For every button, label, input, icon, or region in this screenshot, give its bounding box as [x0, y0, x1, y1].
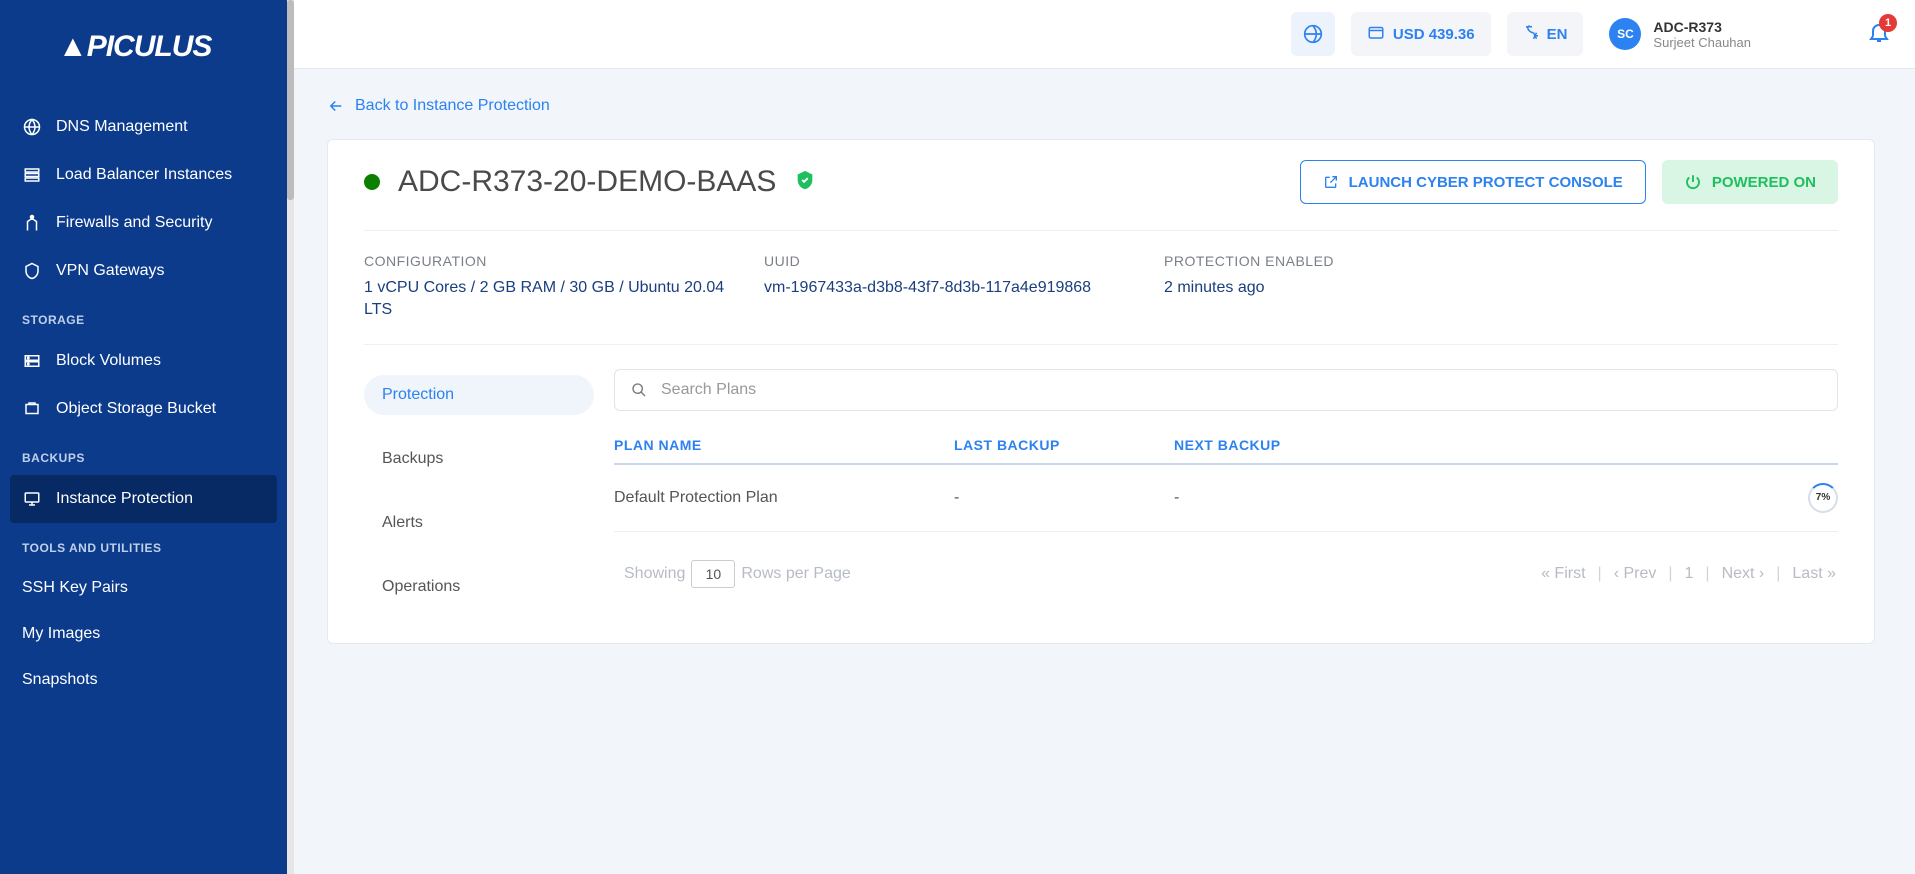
col-next-backup: NEXT BACKUP	[1174, 437, 1798, 453]
notifications-button[interactable]: 1	[1867, 20, 1891, 49]
user-name: Surjeet Chauhan	[1653, 35, 1751, 50]
power-status[interactable]: POWERED ON	[1662, 160, 1838, 204]
avatar: SC	[1609, 18, 1641, 50]
showing-label: Showing	[624, 565, 685, 583]
sidebar-item-load-balancer[interactable]: Load Balancer Instances	[0, 151, 287, 199]
sidebar-item-vpn-gateways[interactable]: VPN Gateways	[0, 247, 287, 295]
tab-operations[interactable]: Operations	[364, 567, 594, 607]
firewall-icon	[22, 213, 42, 233]
sidebar-item-object-storage[interactable]: Object Storage Bucket	[0, 385, 287, 433]
bucket-icon	[22, 399, 42, 419]
sidebar-item-block-volumes[interactable]: Block Volumes	[0, 337, 287, 385]
sidebar-item-label: Block Volumes	[56, 352, 161, 370]
protection-enabled-label: PROTECTION ENABLED	[1164, 253, 1334, 269]
main-area: USD 439.36 EN SC ADC-R373 Surjeet Chauha…	[287, 0, 1915, 874]
sidebar-section-tools: TOOLS AND UTILITIES	[0, 523, 287, 565]
launch-console-label: LAUNCH CYBER PROTECT CONSOLE	[1349, 174, 1623, 191]
sidebar-item-label: VPN Gateways	[56, 262, 164, 280]
balance-button[interactable]: USD 439.36	[1351, 12, 1491, 56]
pager-first[interactable]: « First	[1539, 565, 1587, 583]
server-icon	[22, 351, 42, 371]
sidebar-item-label: Object Storage Bucket	[56, 400, 216, 418]
shield-icon	[22, 261, 42, 281]
instance-card: ADC-R373-20-DEMO-BAAS LAUNCH CYBER PROTE…	[327, 139, 1875, 644]
search-plans[interactable]	[614, 369, 1838, 411]
brand-logo: ▲PICULUS	[0, 20, 287, 103]
back-link-label: Back to Instance Protection	[355, 97, 550, 115]
rows-per-page-input[interactable]	[691, 560, 735, 588]
sidebar-item-label: My Images	[22, 625, 100, 643]
uuid-value: vm-1967433a-d3b8-43f7-8d3b-117a4e919868	[764, 277, 1144, 299]
launch-console-button[interactable]: LAUNCH CYBER PROTECT CONSOLE	[1300, 160, 1646, 204]
pager-last[interactable]: Last »	[1790, 565, 1838, 583]
table-row[interactable]: Default Protection Plan - - 7%	[614, 465, 1838, 532]
language-button[interactable]: EN	[1507, 12, 1584, 56]
sidebar-section-backups: BACKUPS	[0, 433, 287, 475]
svg-text:▲PICULUS: ▲PICULUS	[58, 30, 212, 63]
sidebar-item-label: Snapshots	[22, 671, 98, 689]
power-label: POWERED ON	[1712, 174, 1816, 191]
sidebar-item-dns-management[interactable]: DNS Management	[0, 103, 287, 151]
tab-protection[interactable]: Protection	[364, 375, 594, 415]
sidebar-item-label: Instance Protection	[56, 490, 193, 508]
meta-row: CONFIGURATION 1 vCPU Cores / 2 GB RAM / …	[364, 231, 1838, 345]
status-dot	[364, 174, 380, 190]
pager-prev[interactable]: ‹ Prev	[1612, 565, 1659, 583]
external-link-icon	[1323, 174, 1339, 190]
sidebar-scrollbar[interactable]	[287, 0, 294, 874]
sidebar-item-label: Firewalls and Security	[56, 214, 213, 232]
tabs-column: Protection Backups Alerts Operations	[364, 369, 594, 607]
pager-next[interactable]: Next ›	[1720, 565, 1767, 583]
shield-check-icon	[794, 169, 816, 196]
language-value: EN	[1547, 26, 1568, 43]
cell-last-backup: -	[954, 489, 1174, 507]
sidebar-item-my-images[interactable]: My Images	[0, 611, 287, 657]
pager-current: 1	[1683, 565, 1696, 583]
protection-enabled-value: 2 minutes ago	[1164, 277, 1334, 299]
col-last-backup: LAST BACKUP	[954, 437, 1174, 453]
rows-label: Rows per Page	[741, 565, 850, 583]
card-header: ADC-R373-20-DEMO-BAAS LAUNCH CYBER PROTE…	[364, 160, 1838, 231]
sidebar-section-storage: STORAGE	[0, 295, 287, 337]
arrow-left-icon	[327, 97, 345, 115]
balance-value: USD 439.36	[1393, 26, 1475, 43]
sidebar-item-label: SSH Key Pairs	[22, 579, 128, 597]
tab-backups[interactable]: Backups	[364, 439, 594, 479]
user-menu[interactable]: SC ADC-R373 Surjeet Chauhan	[1609, 18, 1751, 50]
sidebar-item-ssh-keys[interactable]: SSH Key Pairs	[0, 565, 287, 611]
translate-icon	[1523, 23, 1541, 45]
search-input[interactable]	[661, 381, 1821, 399]
globe-icon	[22, 117, 42, 137]
content: Back to Instance Protection ADC-R373-20-…	[287, 69, 1915, 874]
topbar: USD 439.36 EN SC ADC-R373 Surjeet Chauha…	[287, 0, 1915, 69]
user-id: ADC-R373	[1653, 19, 1751, 35]
sidebar-item-instance-protection[interactable]: Instance Protection	[10, 475, 277, 523]
stack-icon	[22, 165, 42, 185]
instance-title: ADC-R373-20-DEMO-BAAS	[398, 165, 776, 199]
progress-circle: 7%	[1808, 483, 1838, 513]
tab-alerts[interactable]: Alerts	[364, 503, 594, 543]
sidebar-item-label: Load Balancer Instances	[56, 166, 232, 184]
sidebar-item-snapshots[interactable]: Snapshots	[0, 657, 287, 703]
search-icon	[631, 382, 647, 398]
cell-plan-name: Default Protection Plan	[614, 489, 954, 507]
power-icon	[1684, 173, 1702, 191]
pagination: Showing Rows per Page « First | ‹ Prev |…	[614, 560, 1838, 588]
sidebar-item-firewalls[interactable]: Firewalls and Security	[0, 199, 287, 247]
monitor-icon	[22, 489, 42, 509]
cell-next-backup: -	[1174, 489, 1798, 507]
uuid-label: UUID	[764, 253, 1144, 269]
col-plan-name: PLAN NAME	[614, 437, 954, 453]
notifications-badge: 1	[1879, 14, 1897, 32]
config-value: 1 vCPU Cores / 2 GB RAM / 30 GB / Ubuntu…	[364, 277, 744, 322]
wallet-icon	[1367, 23, 1385, 45]
sidebar: ▲PICULUS DNS Management Load Balancer In…	[0, 0, 287, 874]
back-link[interactable]: Back to Instance Protection	[327, 97, 1875, 115]
config-label: CONFIGURATION	[364, 253, 744, 269]
sidebar-item-label: DNS Management	[56, 118, 188, 136]
globe-button[interactable]	[1291, 12, 1335, 56]
table-header: PLAN NAME LAST BACKUP NEXT BACKUP	[614, 437, 1838, 465]
